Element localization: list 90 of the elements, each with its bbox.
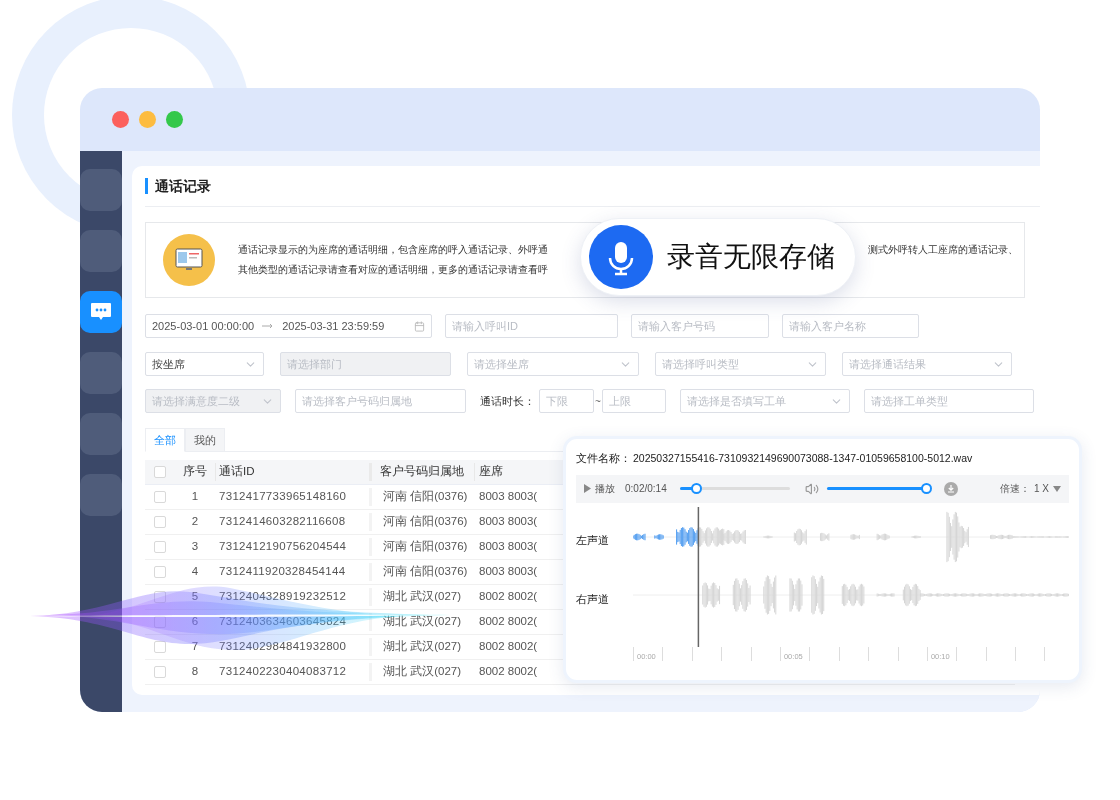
select-field[interactable]: 请选择坐席 [467, 352, 639, 376]
page-title: 通话记录 [155, 176, 211, 196]
checkbox[interactable] [154, 566, 166, 578]
table-cell-text: 6 [190, 614, 200, 630]
checkbox[interactable] [154, 666, 166, 678]
play-button[interactable]: 播放 [584, 481, 615, 497]
chat-icon [90, 302, 112, 322]
checkbox[interactable] [154, 466, 166, 478]
channel-label: 右声道 [576, 591, 610, 607]
table-cell-text: 5 [190, 589, 200, 605]
slider-thumb[interactable] [691, 483, 703, 495]
duration-label: 通话时长： [480, 393, 535, 409]
table-cell-text: 1 [190, 489, 200, 505]
select-field[interactable]: 按坐席 [145, 352, 264, 376]
table-cell-text: 7 [190, 639, 200, 655]
table-cell-text: 8002 8002( [478, 664, 538, 680]
table-cell-text: 2 [190, 514, 200, 530]
checkbox[interactable] [154, 616, 166, 628]
file-name: 20250327155416-7310932149690073088-1347-01059658100-5012.wav [633, 451, 973, 466]
table-cell-text: 8002 8002( [478, 639, 538, 655]
table-cell: 河南 信阳(0376) [369, 563, 474, 581]
slider-thumb[interactable] [920, 483, 932, 495]
notice-text: 其他类型的通话记录请查看对应的通话明细，更多的通话记录请查看呼 [238, 263, 549, 277]
table-cell-text: 7312414603282116608 [218, 514, 347, 530]
table-cell-text: 4 [190, 564, 200, 580]
table-cell-text: 8003 8003( [478, 489, 538, 505]
checkbox[interactable] [154, 491, 166, 503]
column-header: 通话ID [215, 463, 365, 481]
select-field[interactable]: 请选择呼叫类型 [655, 352, 826, 376]
end-date: 2025-03-31 23:59:59 [282, 318, 385, 334]
arrow-icon [262, 323, 275, 329]
notice-text: 通话记录显示的为座席的通话明细，包含座席的呼入通话记录、外呼通 [238, 243, 549, 257]
table-cell-text: 7312404328919232512 [218, 589, 348, 605]
play-icon [584, 484, 591, 494]
volume-icon[interactable] [804, 481, 819, 496]
table-cell-text: 8002 8002( [478, 589, 538, 605]
start-date: 2025-03-01 00:00:00 [152, 318, 255, 334]
table-cell-text: 8003 8003( [478, 564, 538, 580]
table-cell-text: 8 [190, 664, 200, 680]
column-header: 客户号码归属地 [369, 463, 474, 481]
table-cell: 湖北 武汉(027) [369, 663, 474, 681]
table-cell-text: 7312402230404083712 [218, 664, 348, 680]
table-cell: 湖北 武汉(027) [369, 638, 474, 656]
table-cell: 河南 信阳(0376) [369, 488, 474, 506]
input-field[interactable]: 请输入呼叫ID [445, 314, 618, 338]
table-cell: 河南 信阳(0376) [369, 513, 474, 531]
table-cell-text: 7312402984841932800 [218, 639, 348, 655]
time-display: 0:02/0:14 [625, 482, 667, 497]
window-control[interactable] [166, 111, 183, 128]
tab[interactable]: 我的 [185, 428, 225, 452]
table-cell: 河南 信阳(0376) [369, 538, 474, 556]
table-cell-text: 8003 8003( [478, 514, 538, 530]
file-label: 文件名称： [576, 451, 631, 466]
table-cell: 湖北 武汉(027) [369, 613, 474, 631]
table-cell-text: 7312417733965148160 [218, 489, 348, 505]
calendar-icon [414, 320, 425, 332]
select-field[interactable]: 请选择通话结果 [842, 352, 1012, 376]
download-icon[interactable] [943, 481, 958, 496]
window-control[interactable] [112, 111, 129, 128]
table-cell-text: 7312411920328454144 [218, 564, 347, 580]
table-cell-text: 8003 8003( [478, 539, 538, 555]
checkbox[interactable] [154, 591, 166, 603]
microphone-icon [589, 225, 653, 289]
checkbox[interactable] [154, 641, 166, 653]
window-control[interactable] [139, 111, 156, 128]
input-field[interactable]: 上限 [601, 389, 666, 413]
select-field[interactable]: 请选择是否填写工单 [679, 389, 850, 413]
notice-text: 测式外呼转人工座席的通话记录、 [868, 243, 1018, 257]
range-separator: ~ [594, 394, 602, 409]
input-field[interactable]: 请输入客户名称 [782, 314, 919, 338]
table-cell-text: 7312403634603645824 [218, 614, 348, 630]
speed-select[interactable]: 1 X [1034, 481, 1061, 497]
speed-label: 倍速： [1000, 482, 1030, 497]
checkbox[interactable] [154, 516, 166, 528]
caret-icon [1053, 485, 1061, 492]
date-range-field[interactable]: 2025-03-01 00:00:00 2025-03-31 23:59:59 [145, 314, 432, 338]
input-field[interactable]: 请选择工单类型 [863, 389, 1034, 413]
table-cell: 湖北 武汉(027) [369, 588, 474, 606]
monitor-icon [163, 234, 215, 286]
badge-text: 录音无限存储 [667, 240, 835, 274]
table-cell-text: 3 [190, 539, 200, 555]
checkbox[interactable] [154, 541, 166, 553]
column-header: 序号 [182, 464, 208, 480]
table-cell-text: 7312412190756204544 [218, 539, 348, 555]
tab[interactable]: 全部 [145, 428, 185, 452]
column-header: 座席 [474, 463, 503, 481]
channel-label: 左声道 [576, 532, 610, 548]
sidebar-button[interactable] [80, 291, 122, 333]
table-cell-text: 8002 8002( [478, 614, 538, 630]
input-field[interactable]: 下限 [539, 389, 594, 413]
